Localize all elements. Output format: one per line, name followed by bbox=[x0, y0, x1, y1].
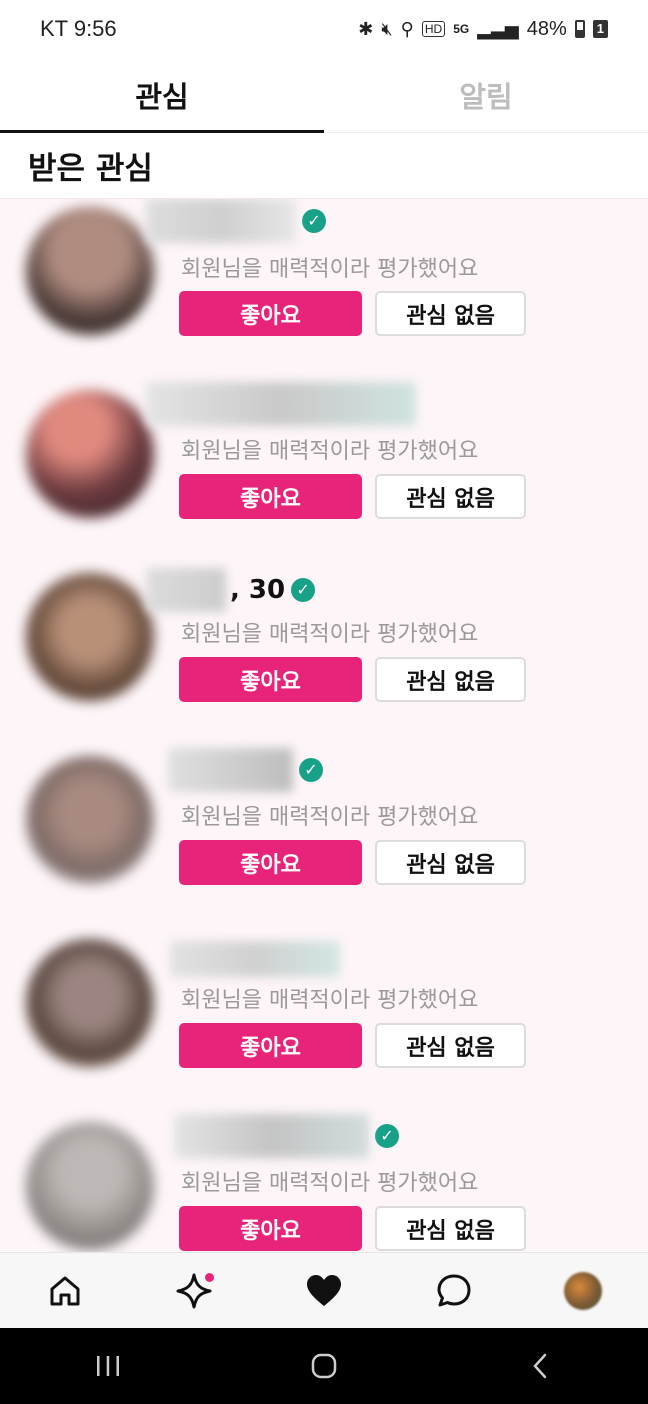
like-button[interactable]: 좋아요 bbox=[179, 657, 362, 702]
recent-apps-icon bbox=[97, 1356, 119, 1376]
chat-icon bbox=[437, 1274, 471, 1306]
avatar[interactable] bbox=[26, 939, 154, 1067]
hd-icon: HD bbox=[421, 21, 446, 37]
list-item: ✓ 회원님을 매력적이라 평가했어요 좋아요 관심 없음 bbox=[0, 199, 648, 382]
name-row: ✓ bbox=[146, 199, 326, 243]
name-row: , 30 ✓ bbox=[146, 568, 316, 612]
mute-icon: 🔇︎ bbox=[381, 18, 393, 39]
signal-icon: ▂▃▅ bbox=[477, 18, 519, 39]
name-redacted bbox=[146, 382, 416, 426]
battery-icon bbox=[574, 20, 585, 38]
carrier-time: KT 9:56 bbox=[40, 16, 117, 41]
tab-notifications[interactable]: 알림 bbox=[324, 58, 648, 132]
name-row: ✓ bbox=[146, 748, 323, 792]
home-button[interactable] bbox=[294, 1341, 354, 1391]
status-bar: KT 9:56 ✱ 🔇︎ ⚲ HD 5G ▂▃▅ 48% 1 bbox=[0, 0, 648, 58]
battery-percent: 48% bbox=[526, 17, 567, 40]
sim-badge: 1 bbox=[592, 20, 608, 38]
name-age: , 30 bbox=[230, 575, 286, 605]
like-button[interactable]: 좋아요 bbox=[179, 1023, 362, 1068]
avatar[interactable] bbox=[26, 1122, 154, 1250]
subtitle: 회원님을 매력적이라 평가했어요 bbox=[181, 805, 479, 830]
name-redacted bbox=[170, 941, 340, 977]
like-button[interactable]: 좋아요 bbox=[179, 1206, 362, 1251]
list-item: , 30 ✓ 회원님을 매력적이라 평가했어요 좋아요 관심 없음 bbox=[0, 565, 648, 748]
list-item: ✓ 회원님을 매력적이라 평가했어요 좋아요 관심 없음 bbox=[0, 748, 648, 931]
list-item: 회원님을 매력적이라 평가했어요 좋아요 관심 없음 bbox=[0, 931, 648, 1114]
home-icon bbox=[50, 1276, 80, 1305]
not-interested-button[interactable]: 관심 없음 bbox=[375, 291, 526, 336]
list-item: 회원님을 매력적이라 평가했어요 좋아요 관심 없음 bbox=[0, 382, 648, 565]
subtitle: 회원님을 매력적이라 평가했어요 bbox=[181, 1171, 479, 1196]
received-interest-list[interactable]: ✓ 회원님을 매력적이라 평가했어요 좋아요 관심 없음 회원님을 매력적이라 … bbox=[0, 199, 648, 1252]
back-button[interactable] bbox=[510, 1341, 570, 1391]
subtitle: 회원님을 매력적이라 평가했어요 bbox=[181, 257, 479, 282]
top-tabs: 관심 알림 bbox=[0, 58, 648, 133]
verified-icon: ✓ bbox=[375, 1124, 399, 1148]
verified-icon: ✓ bbox=[299, 758, 323, 782]
like-button[interactable]: 좋아요 bbox=[179, 840, 362, 885]
avatar[interactable] bbox=[26, 390, 154, 518]
notification-dot bbox=[205, 1272, 215, 1282]
name-row bbox=[146, 937, 340, 981]
like-button[interactable]: 좋아요 bbox=[179, 291, 362, 336]
recent-apps-button[interactable] bbox=[78, 1341, 138, 1391]
not-interested-button[interactable]: 관심 없음 bbox=[375, 657, 526, 702]
home-circle-icon bbox=[311, 1353, 337, 1379]
list-item: ✓ 회원님을 매력적이라 평가했어요 좋아요 관심 없음 bbox=[0, 1114, 648, 1252]
status-icons: ✱ 🔇︎ ⚲ HD 5G ▂▃▅ 48% 1 bbox=[358, 18, 608, 41]
location-icon: ⚲ bbox=[400, 18, 414, 39]
bottom-nav bbox=[0, 1252, 648, 1328]
not-interested-button[interactable]: 관심 없음 bbox=[375, 1023, 526, 1068]
nav-profile[interactable] bbox=[553, 1261, 613, 1321]
not-interested-button[interactable]: 관심 없음 bbox=[375, 474, 526, 519]
section-title: 받은 관심 bbox=[0, 133, 648, 199]
like-button[interactable]: 좋아요 bbox=[179, 474, 362, 519]
not-interested-button[interactable]: 관심 없음 bbox=[375, 840, 526, 885]
verified-icon: ✓ bbox=[291, 578, 316, 602]
subtitle: 회원님을 매력적이라 평가했어요 bbox=[181, 439, 479, 464]
name-redacted bbox=[168, 748, 293, 792]
system-nav-bar bbox=[0, 1328, 648, 1404]
name-redacted bbox=[174, 1114, 369, 1158]
profile-avatar bbox=[564, 1271, 603, 1310]
nav-discover[interactable] bbox=[164, 1261, 224, 1321]
nav-home[interactable] bbox=[35, 1261, 95, 1321]
name-row bbox=[146, 382, 416, 426]
subtitle: 회원님을 매력적이라 평가했어요 bbox=[181, 622, 479, 647]
heart-icon bbox=[306, 1274, 341, 1306]
back-icon bbox=[533, 1353, 547, 1379]
avatar[interactable] bbox=[26, 207, 154, 335]
name-redacted bbox=[146, 199, 296, 243]
avatar[interactable] bbox=[26, 573, 154, 701]
not-interested-button[interactable]: 관심 없음 bbox=[375, 1206, 526, 1251]
verified-icon: ✓ bbox=[302, 209, 326, 233]
name-row: ✓ bbox=[146, 1114, 399, 1158]
tab-interest[interactable]: 관심 bbox=[0, 58, 324, 133]
subtitle: 회원님을 매력적이라 평가했어요 bbox=[181, 988, 479, 1013]
nav-chat[interactable] bbox=[424, 1261, 484, 1321]
nav-likes[interactable] bbox=[294, 1261, 354, 1321]
name-redacted bbox=[146, 568, 226, 612]
network-icon: 5G bbox=[453, 22, 470, 36]
bluetooth-icon: ✱ bbox=[358, 18, 374, 39]
avatar[interactable] bbox=[26, 756, 154, 884]
